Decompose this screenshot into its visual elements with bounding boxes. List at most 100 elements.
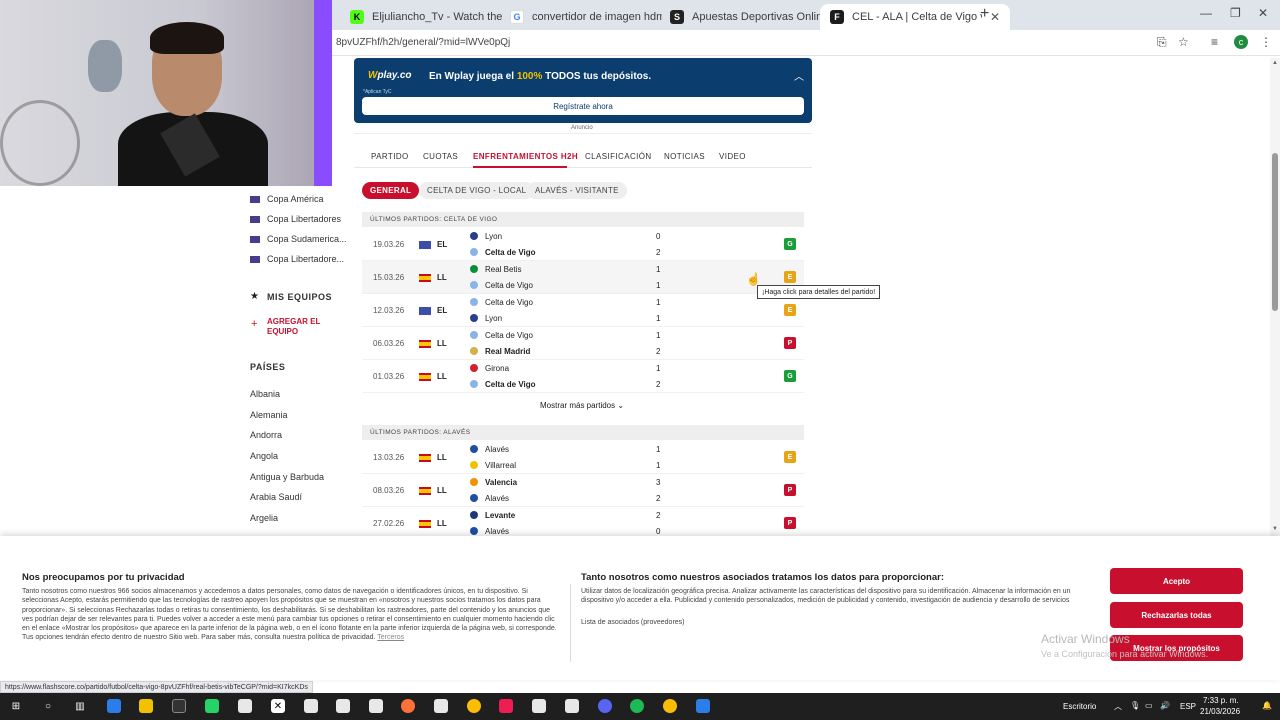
minimize-icon[interactable]: —	[1200, 6, 1212, 20]
chevron-down-icon: ⌄	[617, 401, 625, 410]
match-row[interactable]: 13.03.26 LL Alavés Villarreal 1 1 E	[362, 441, 804, 474]
match-date: 15.03.26	[373, 273, 405, 282]
result-badge: G	[784, 238, 796, 250]
country-link[interactable]: Angola	[250, 451, 278, 461]
home-team-name: Lyon	[485, 232, 503, 241]
document-icon[interactable]	[304, 699, 318, 713]
search-icon[interactable]: ○	[41, 699, 55, 713]
sidebar-league-item[interactable]: Copa Libertadore...	[250, 254, 344, 264]
tab-partido[interactable]: PARTIDO	[371, 152, 409, 161]
url-field[interactable]: 8pvUZFhf/h2h/general/?mid=lWVe0pQj	[336, 37, 510, 48]
tab-noticias[interactable]: NOTICIAS	[664, 152, 705, 161]
country-link[interactable]: Argelia	[250, 513, 278, 523]
network-icon[interactable]: ▭	[1145, 701, 1153, 710]
close-window-icon[interactable]: ✕	[1258, 6, 1268, 20]
tray-chevron-icon[interactable]: ︿	[1114, 701, 1122, 712]
document-icon[interactable]	[238, 699, 252, 713]
team-crest-icon	[470, 248, 478, 256]
match-row[interactable]: 01.03.26 LL Girona Celta de Vigo 1 2 G	[362, 360, 804, 393]
wplay-ad-banner[interactable]: Wplay.co En Wplay juega el 100% TODOS tu…	[354, 58, 812, 123]
bookmark-star-icon[interactable]: ☆	[1178, 35, 1189, 49]
chip-general[interactable]: GENERAL	[362, 182, 420, 199]
maximize-icon[interactable]: ❐	[1230, 6, 1241, 20]
media-app-icon[interactable]	[696, 699, 710, 713]
scrollbar-thumb[interactable]	[1272, 153, 1278, 311]
profile-avatar[interactable]: c	[1234, 35, 1248, 49]
language-indicator[interactable]: ESP	[1180, 702, 1196, 711]
sidebar-league-item[interactable]: Copa América	[250, 194, 324, 204]
close-icon[interactable]: ✕	[990, 10, 1000, 24]
country-link[interactable]: Arabia Saudí	[250, 492, 302, 502]
reading-list-icon[interactable]: ≡	[1211, 35, 1218, 49]
spotify-icon[interactable]	[630, 699, 644, 713]
firefox-icon[interactable]	[401, 699, 415, 713]
competition-flag-icon	[419, 340, 431, 348]
match-row[interactable]: 15.03.26 LL Real Betis Celta de Vigo 1 1 E	[362, 261, 804, 294]
add-team-link[interactable]: AGREGAR EL EQUIPO	[267, 317, 320, 337]
scroll-down-icon[interactable]: ▼	[1272, 526, 1278, 532]
document-icon[interactable]	[565, 699, 579, 713]
windows-start-icon[interactable]: ⊞	[9, 699, 23, 713]
match-row[interactable]: 19.03.26 EL Lyon Celta de Vigo 0 2 G	[362, 228, 804, 261]
file-explorer-icon[interactable]	[139, 699, 153, 713]
mic-tray-icon[interactable]: 🎙	[1130, 701, 1140, 710]
partners-list-link[interactable]: Lista de asociados (proveedores)	[581, 618, 685, 627]
document-icon[interactable]	[336, 699, 350, 713]
clock-time[interactable]: 7:33 p. m.	[1203, 696, 1239, 705]
show-more-button[interactable]: Mostrar más partidos ⌄	[540, 401, 624, 410]
obs-icon[interactable]	[172, 699, 186, 713]
competition-code: EL	[437, 306, 448, 315]
country-link[interactable]: Andorra	[250, 430, 282, 440]
chip-away[interactable]: ALAVÉS - VISITANTE	[527, 182, 627, 199]
install-app-icon[interactable]: ⎘	[1157, 35, 1167, 50]
whatsapp-icon[interactable]	[205, 699, 219, 713]
tab-video[interactable]: VIDEO	[719, 152, 746, 161]
fan-image	[0, 100, 80, 186]
home-team-name: Celta de Vigo	[485, 298, 533, 307]
task-view-icon[interactable]: ▥	[73, 699, 87, 713]
result-badge: P	[784, 517, 796, 529]
desktop-label[interactable]: Escritorio	[1063, 702, 1096, 711]
sidebar-league-item[interactable]: Copa Sudamerica...	[250, 234, 347, 244]
home-team-name: Levante	[485, 511, 516, 520]
tab-clasificacion[interactable]: CLASIFICACIÓN	[585, 152, 652, 161]
document-icon[interactable]	[369, 699, 383, 713]
country-link[interactable]: Alemania	[250, 410, 288, 420]
new-tab-button[interactable]: +	[980, 5, 989, 23]
scroll-up-icon[interactable]: ▲	[1272, 60, 1278, 66]
country-link[interactable]: Antigua y Barbuda	[250, 472, 324, 482]
sidebar-league-item[interactable]: Copa Libertadores	[250, 214, 341, 224]
reject-all-button[interactable]: Rechazarlas todas	[1110, 602, 1243, 628]
notifications-icon[interactable]: 🔔	[1262, 701, 1272, 710]
match-row[interactable]: 06.03.26 LL Celta de Vigo Real Madrid 1 2 P	[362, 327, 804, 360]
chrome-icon[interactable]	[467, 699, 481, 713]
clock-date[interactable]: 21/03/2026	[1200, 707, 1240, 716]
menu-kebab-icon[interactable]: ⋮	[1260, 35, 1272, 49]
register-button[interactable]: Regístrate ahora	[362, 97, 804, 115]
capcut-icon[interactable]: ✕	[271, 699, 285, 713]
home-score: 2	[656, 511, 661, 520]
tab-h2h[interactable]: ENFRENTAMIENTOS H2H	[473, 152, 578, 161]
consent-title-right: Tanto nosotros como nuestros asociados t…	[581, 572, 944, 583]
plus-icon[interactable]: +	[251, 318, 257, 330]
volume-icon[interactable]: 🔊	[1160, 701, 1170, 710]
match-row[interactable]: 08.03.26 LL Valencia Alavés 3 2 P	[362, 474, 804, 507]
home-team-name: Valencia	[485, 478, 518, 487]
chrome-active-icon[interactable]	[663, 699, 677, 713]
match-row[interactable]: 12.03.26 EL Celta de Vigo Lyon 1 1 E	[362, 294, 804, 327]
chevron-up-icon[interactable]: ︿	[794, 68, 804, 83]
away-score: 2	[656, 494, 661, 503]
tiktok-icon[interactable]	[499, 699, 513, 713]
discord-icon[interactable]	[598, 699, 612, 713]
tab-cuotas[interactable]: CUOTAS	[423, 152, 458, 161]
document-icon[interactable]	[434, 699, 448, 713]
copilot-icon[interactable]	[107, 699, 121, 713]
accept-button[interactable]: Acepto	[1110, 568, 1243, 594]
competition-flag-icon	[419, 241, 431, 249]
match-date: 01.03.26	[373, 372, 405, 381]
chip-home[interactable]: CELTA DE VIGO - LOCAL	[419, 182, 535, 199]
document-icon[interactable]	[532, 699, 546, 713]
team-crest-icon	[470, 298, 478, 306]
country-link[interactable]: Albania	[250, 389, 280, 399]
third-parties-link[interactable]: Terceros	[377, 634, 404, 641]
